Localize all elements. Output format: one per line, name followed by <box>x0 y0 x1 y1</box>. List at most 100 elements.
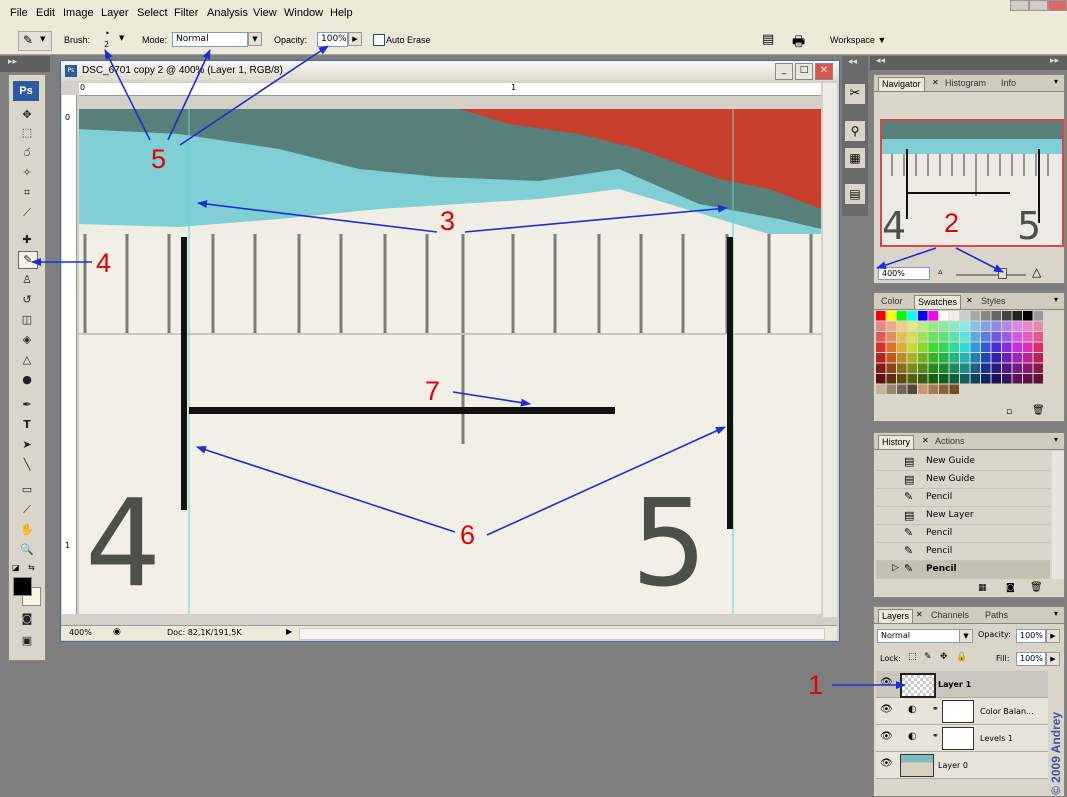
layer-opacity-field[interactable]: 100% <box>1016 629 1046 643</box>
blur-tool-icon[interactable]: △ <box>18 352 36 368</box>
color-swatch[interactable] <box>886 374 897 384</box>
color-swatch[interactable] <box>918 384 928 395</box>
color-swatch[interactable] <box>1023 321 1033 332</box>
color-swatch[interactable] <box>918 321 928 332</box>
layer-row-layer-0[interactable]: 👁 Layer 0 <box>876 752 1048 779</box>
lasso-tool-icon[interactable]: ර <box>18 145 36 161</box>
color-swatch[interactable] <box>1023 311 1033 321</box>
history-item[interactable]: ▤ New Guide <box>876 453 1050 471</box>
bridge-icon[interactable]: 🖶 <box>792 31 805 55</box>
layer-opacity-slider[interactable]: ▶ <box>1046 629 1060 643</box>
quick-mask-icon[interactable]: ◙ <box>18 611 36 627</box>
color-swatch[interactable] <box>981 321 991 332</box>
notes-tool-icon[interactable]: ▭ <box>18 482 36 498</box>
color-swatch[interactable] <box>960 374 970 384</box>
layer-row-levels-1[interactable]: 👁 ◐ ⚭ Levels 1 <box>876 725 1048 752</box>
color-swatch[interactable] <box>949 384 960 395</box>
color-swatch[interactable] <box>949 332 960 342</box>
color-swatch[interactable] <box>1012 342 1023 353</box>
color-swatch[interactable] <box>907 374 918 384</box>
color-swatch[interactable] <box>981 342 991 353</box>
fill-slider[interactable]: ▶ <box>1046 652 1060 666</box>
lock-position-icon[interactable]: ✥ <box>940 652 948 662</box>
color-swatch[interactable] <box>918 374 928 384</box>
mode-dropdown-button[interactable]: ▼ <box>248 32 262 46</box>
color-swatch[interactable] <box>1002 321 1012 332</box>
color-swatch[interactable] <box>939 363 949 374</box>
canvas[interactable]: 4 5 <box>79 109 821 614</box>
color-swatch[interactable] <box>897 321 907 332</box>
color-swatch[interactable] <box>928 342 939 353</box>
color-swatch[interactable] <box>1012 332 1023 342</box>
line-tool-icon[interactable]: ╲ <box>18 457 36 473</box>
menu-filter[interactable]: Filter <box>174 7 198 19</box>
collapse-icon[interactable]: ▸▸ <box>8 57 17 67</box>
palette-well-icon[interactable]: ▤ <box>762 32 774 47</box>
swatch-grid[interactable] <box>876 311 1052 401</box>
tools-preset-icon[interactable]: ✂ <box>845 84 865 104</box>
color-swatch[interactable] <box>949 353 960 363</box>
color-swatch[interactable] <box>886 342 897 353</box>
eye-icon[interactable]: 👁 <box>880 677 893 688</box>
color-swatch[interactable] <box>970 353 981 363</box>
color-swatch[interactable] <box>991 321 1002 332</box>
doc-maximize-button[interactable]: □ <box>795 63 813 80</box>
history-item[interactable]: ✎ Pencil <box>876 543 1050 561</box>
color-swatch[interactable] <box>939 342 949 353</box>
history-item-current[interactable]: ▷ ✎ Pencil <box>876 561 1050 579</box>
eye-icon[interactable]: 👁 <box>880 704 893 715</box>
slice-tool-icon[interactable]: ⟋ <box>18 205 36 221</box>
color-swatch[interactable] <box>960 332 970 342</box>
color-swatch[interactable] <box>970 374 981 384</box>
color-swatch[interactable] <box>928 363 939 374</box>
dodge-tool-icon[interactable]: ● <box>18 372 36 388</box>
auto-erase-checkbox[interactable] <box>373 34 385 46</box>
mode-select[interactable]: Normal <box>172 32 248 47</box>
screen-mode-icon[interactable]: ▣ <box>18 633 36 649</box>
eyedropper-tool-icon[interactable]: ⟋ <box>18 502 36 518</box>
collapse-icon[interactable]: ◂◂ <box>848 57 857 67</box>
color-swatch[interactable] <box>939 332 949 342</box>
color-swatch[interactable] <box>981 353 991 363</box>
menu-layer[interactable]: Layer <box>101 7 129 19</box>
color-swatch[interactable] <box>1002 342 1012 353</box>
close-icon[interactable]: ✕ <box>922 436 929 445</box>
blend-mode-dropdown[interactable]: ▼ <box>959 629 973 643</box>
color-swatch[interactable] <box>960 311 970 321</box>
color-swatch[interactable] <box>970 311 981 321</box>
color-swatch[interactable] <box>1002 353 1012 363</box>
layer-row-color-balance[interactable]: 👁 ◐ ⚭ Color Balan... <box>876 698 1048 725</box>
color-swatch[interactable] <box>907 311 918 321</box>
tab-styles[interactable]: Styles <box>978 295 1009 308</box>
color-swatch[interactable] <box>1023 374 1033 384</box>
doc-minimize-button[interactable]: _ <box>775 63 793 80</box>
status-circle-icon[interactable]: ◉ <box>113 627 121 637</box>
navigator-zoom-field[interactable]: 400% <box>878 267 930 280</box>
color-swatch[interactable] <box>886 332 897 342</box>
color-swatch[interactable] <box>907 321 918 332</box>
app-close-button[interactable] <box>1048 0 1067 11</box>
color-swatch[interactable] <box>907 384 918 395</box>
trash-icon[interactable]: 🗑 <box>1030 582 1043 593</box>
panel-menu-icon[interactable]: ▾ <box>1054 77 1058 86</box>
color-swatch[interactable] <box>960 363 970 374</box>
color-swatch[interactable] <box>991 353 1002 363</box>
zoom-in-icon[interactable]: △ <box>1032 265 1041 279</box>
color-swatch[interactable] <box>970 321 981 332</box>
horizontal-scrollbar[interactable] <box>299 628 825 640</box>
color-swatch[interactable] <box>897 332 907 342</box>
color-swatch[interactable] <box>1033 363 1044 374</box>
layer-row-layer-1[interactable]: 👁 Layer 1 <box>876 671 1048 698</box>
color-swatch[interactable] <box>928 332 939 342</box>
path-selection-tool-icon[interactable]: ➤ <box>18 437 36 453</box>
menu-window[interactable]: Window <box>284 7 323 19</box>
doc-close-button[interactable]: ✕ <box>815 63 833 80</box>
color-swatch[interactable] <box>991 311 1002 321</box>
menu-view[interactable]: View <box>253 7 277 19</box>
history-item[interactable]: ▤ New Layer <box>876 507 1050 525</box>
workspace-menu[interactable]: Workspace ▼ <box>830 35 886 45</box>
color-swatch[interactable] <box>960 321 970 332</box>
status-arrow-icon[interactable]: ▶ <box>286 627 292 636</box>
panel-menu-icon[interactable]: ▾ <box>1054 295 1058 304</box>
menu-file[interactable]: File <box>10 7 28 19</box>
